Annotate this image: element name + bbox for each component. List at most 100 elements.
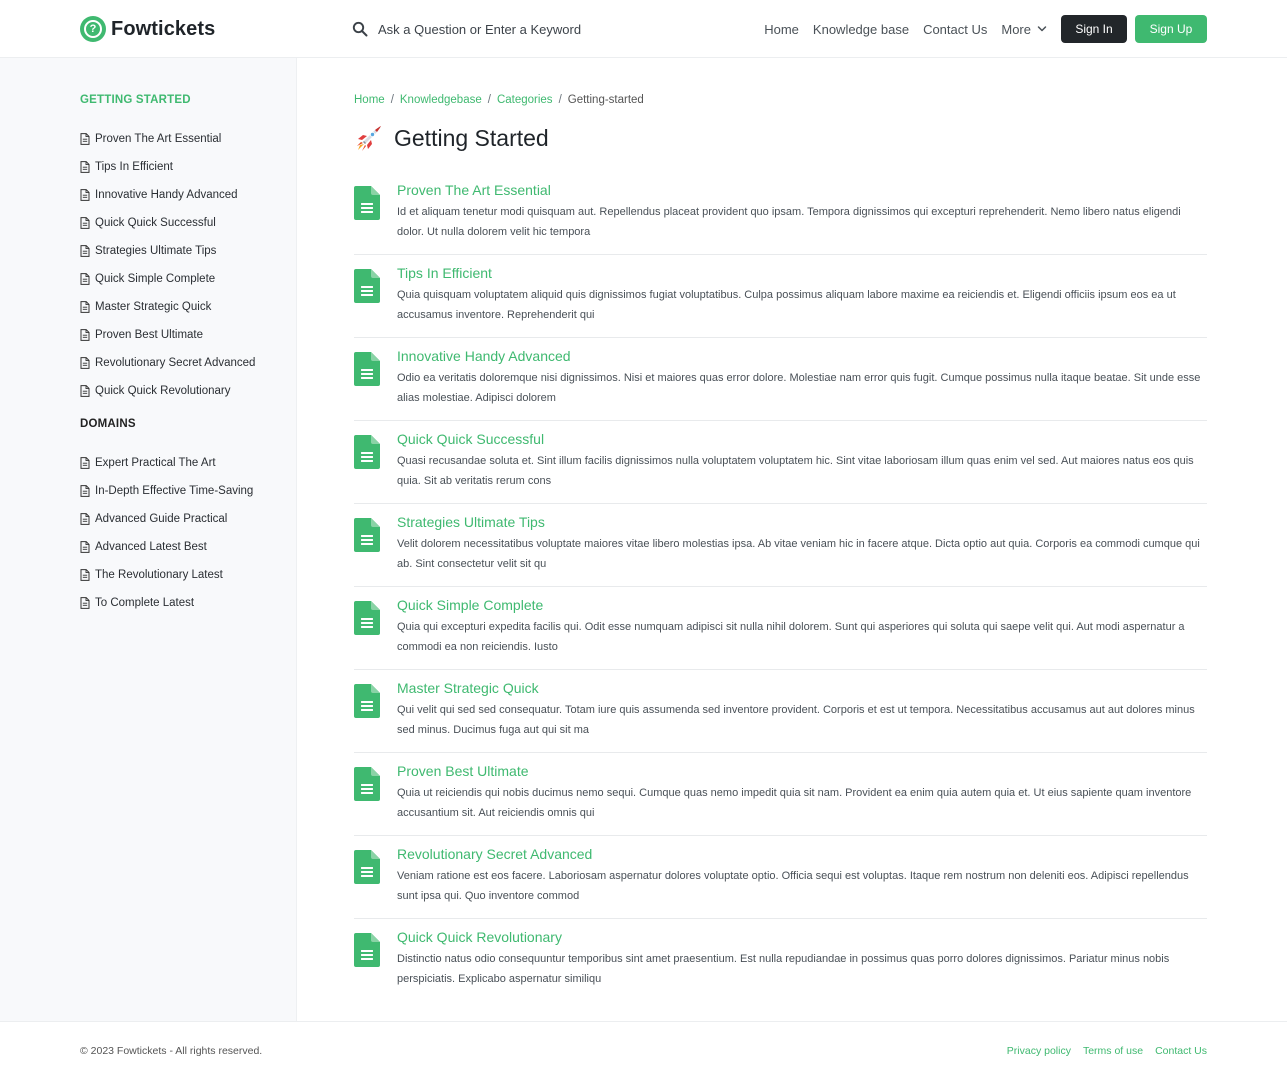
breadcrumb-categories[interactable]: Categories bbox=[497, 94, 553, 106]
sidebar-item[interactable]: Advanced Latest Best bbox=[80, 533, 253, 561]
sidebar-item[interactable]: Proven The Art Essential bbox=[80, 125, 255, 153]
page-footer: © 2023 Fowtickets - All rights reserved.… bbox=[0, 1021, 1287, 1080]
sidebar-item[interactable]: To Complete Latest bbox=[80, 589, 253, 617]
article-item[interactable]: Proven Best Ultimate Quia ut reiciendis … bbox=[354, 753, 1207, 836]
sidebar-item[interactable]: Innovative Handy Advanced bbox=[80, 181, 255, 209]
sidebar-item-label: Innovative Handy Advanced bbox=[95, 189, 238, 201]
breadcrumb: Home / Knowledgebase / Categories / Gett… bbox=[354, 94, 644, 106]
article-title[interactable]: Innovative Handy Advanced bbox=[397, 348, 571, 364]
breadcrumb-separator: / bbox=[390, 94, 394, 106]
document-icon bbox=[80, 597, 90, 609]
sidebar-item[interactable]: Quick Simple Complete bbox=[80, 265, 255, 293]
rocket-icon bbox=[357, 126, 381, 151]
sidebar-item[interactable]: Proven Best Ultimate bbox=[80, 321, 255, 349]
search-bar[interactable] bbox=[352, 17, 638, 41]
article-title[interactable]: Master Strategic Quick bbox=[397, 680, 539, 696]
sidebar-item-label: Proven The Art Essential bbox=[95, 133, 222, 145]
breadcrumb-separator: / bbox=[558, 94, 562, 106]
brand-logo[interactable]: ? Fowtickets bbox=[80, 15, 215, 43]
sidebar-item-label: Proven Best Ultimate bbox=[95, 329, 204, 341]
sidebar-item[interactable]: Revolutionary Secret Advanced bbox=[80, 349, 255, 377]
sidebar-item[interactable]: Tips In Efficient bbox=[80, 153, 255, 181]
sidebar-section-title-getting-started: GETTING STARTED bbox=[80, 94, 191, 106]
document-icon bbox=[80, 301, 90, 313]
article-title[interactable]: Proven The Art Essential bbox=[397, 182, 551, 198]
sidebar-item-label: Tips In Efficient bbox=[95, 161, 173, 173]
article-item[interactable]: Quick Simple Complete Quia qui excepturi… bbox=[354, 587, 1207, 670]
sidebar-item-label: Master Strategic Quick bbox=[95, 301, 212, 313]
document-icon bbox=[354, 186, 380, 220]
sidebar-item[interactable]: Quick Quick Successful bbox=[80, 209, 255, 237]
document-icon bbox=[354, 269, 380, 303]
breadcrumb-knowledgebase[interactable]: Knowledgebase bbox=[400, 94, 482, 106]
page-title: Getting Started bbox=[394, 124, 549, 151]
document-icon bbox=[354, 850, 380, 884]
nav-knowledge-base[interactable]: Knowledge base bbox=[813, 22, 909, 37]
article-item[interactable]: Revolutionary Secret Advanced Veniam rat… bbox=[354, 836, 1207, 919]
sidebar-item[interactable]: Master Strategic Quick bbox=[80, 293, 255, 321]
sign-up-button[interactable]: Sign Up bbox=[1135, 15, 1207, 43]
article-description: Qui velit qui sed sed consequatur. Totam… bbox=[397, 704, 1195, 736]
article-item[interactable]: Quick Quick Revolutionary Distinctio nat… bbox=[354, 919, 1207, 1002]
document-icon bbox=[354, 518, 380, 552]
sidebar-item[interactable]: Strategies Ultimate Tips bbox=[80, 237, 255, 265]
sidebar-item-label: To Complete Latest bbox=[95, 597, 195, 609]
document-icon bbox=[80, 329, 90, 341]
sidebar-item-label: Quick Quick Revolutionary bbox=[95, 385, 231, 397]
document-icon bbox=[80, 457, 90, 469]
article-item[interactable]: Tips In Efficient Quia quisquam voluptat… bbox=[354, 255, 1207, 338]
document-icon bbox=[80, 357, 90, 369]
main-nav: Home Knowledge base Contact Us More Sign… bbox=[764, 15, 1207, 43]
article-item[interactable]: Master Strategic Quick Qui velit qui sed… bbox=[354, 670, 1207, 753]
footer-contact-us-link[interactable]: Contact Us bbox=[1155, 1045, 1207, 1057]
sidebar-item-label: Advanced Latest Best bbox=[95, 541, 207, 553]
sidebar-item[interactable]: Quick Quick Revolutionary bbox=[80, 377, 255, 405]
article-item[interactable]: Proven The Art Essential Id et aliquam t… bbox=[354, 172, 1207, 255]
search-input[interactable] bbox=[378, 21, 638, 37]
sidebar-item-label: Quick Quick Successful bbox=[95, 217, 216, 229]
footer-privacy-policy-link[interactable]: Privacy policy bbox=[1007, 1045, 1071, 1057]
article-title[interactable]: Strategies Ultimate Tips bbox=[397, 514, 545, 530]
article-title[interactable]: Quick Quick Revolutionary bbox=[397, 929, 562, 945]
article-title[interactable]: Quick Simple Complete bbox=[397, 597, 543, 613]
document-icon bbox=[80, 133, 90, 145]
sign-in-button[interactable]: Sign In bbox=[1061, 15, 1127, 43]
article-item[interactable]: Innovative Handy Advanced Odio ea verita… bbox=[354, 338, 1207, 421]
document-icon bbox=[80, 245, 90, 257]
sidebar-item-label: In-Depth Effective Time-Saving bbox=[95, 485, 254, 497]
top-header: ? Fowtickets Home Knowledge base Contact… bbox=[0, 0, 1287, 58]
search-icon bbox=[352, 21, 368, 37]
breadcrumb-home[interactable]: Home bbox=[354, 94, 385, 106]
nav-contact-us[interactable]: Contact Us bbox=[923, 22, 987, 37]
article-item[interactable]: Quick Quick Successful Quasi recusandae … bbox=[354, 421, 1207, 504]
logo-glyph: ? bbox=[84, 20, 102, 38]
chevron-down-icon bbox=[1037, 26, 1047, 32]
nav-home[interactable]: Home bbox=[764, 22, 799, 37]
document-icon bbox=[354, 767, 380, 801]
article-description: Quia qui excepturi expedita facilis qui.… bbox=[397, 621, 1185, 653]
sidebar-item[interactable]: In-Depth Effective Time-Saving bbox=[80, 477, 253, 505]
sidebar-item-label: Strategies Ultimate Tips bbox=[95, 245, 217, 257]
article-title[interactable]: Proven Best Ultimate bbox=[397, 763, 529, 779]
question-badge-icon: ? bbox=[80, 16, 106, 42]
nav-more-dropdown[interactable]: More bbox=[1001, 22, 1047, 37]
article-item[interactable]: Strategies Ultimate Tips Velit dolorem n… bbox=[354, 504, 1207, 587]
sidebar-item[interactable]: Advanced Guide Practical bbox=[80, 505, 253, 533]
document-icon bbox=[354, 684, 380, 718]
article-title[interactable]: Tips In Efficient bbox=[397, 265, 492, 281]
sidebar-section-title-domains: DOMAINS bbox=[80, 418, 136, 430]
document-icon bbox=[80, 569, 90, 581]
footer-terms-of-use-link[interactable]: Terms of use bbox=[1083, 1045, 1143, 1057]
sidebar: GETTING STARTED Proven The Art Essential… bbox=[0, 58, 297, 1021]
sidebar-item[interactable]: The Revolutionary Latest bbox=[80, 561, 253, 589]
sidebar-item[interactable]: Expert Practical The Art bbox=[80, 449, 253, 477]
article-list: Proven The Art Essential Id et aliquam t… bbox=[354, 172, 1207, 1002]
article-title[interactable]: Revolutionary Secret Advanced bbox=[397, 846, 592, 862]
document-icon bbox=[80, 541, 90, 553]
article-description: Quasi recusandae soluta et. Sint illum f… bbox=[397, 455, 1194, 487]
nav-more-label: More bbox=[1001, 21, 1031, 37]
article-title[interactable]: Quick Quick Successful bbox=[397, 431, 544, 447]
sidebar-item-label: The Revolutionary Latest bbox=[95, 569, 223, 581]
document-icon bbox=[354, 933, 380, 967]
article-description: Quia quisquam voluptatem aliquid quis di… bbox=[397, 289, 1176, 321]
